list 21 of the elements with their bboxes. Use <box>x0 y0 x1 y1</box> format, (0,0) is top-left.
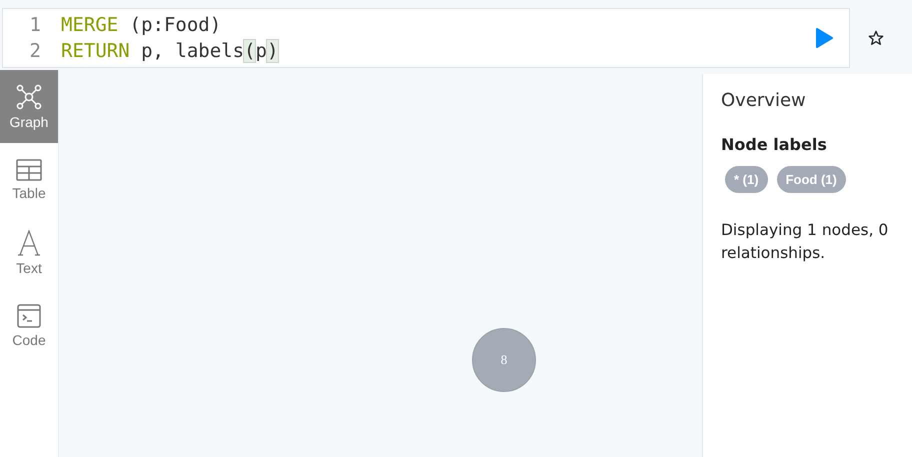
graph-icon <box>16 84 42 110</box>
line-number: 1 <box>28 14 42 36</box>
view-tab[interactable]: Graph <box>0 70 58 143</box>
table-icon <box>16 158 42 180</box>
view-tab[interactable]: Table <box>0 143 58 216</box>
star-icon[interactable] <box>868 30 884 46</box>
view-tab[interactable]: Code <box>0 289 58 362</box>
play-icon[interactable] <box>815 28 833 48</box>
panel-title: Overview <box>721 90 807 111</box>
code-line: RETURN p, labels(p) <box>61 40 278 62</box>
summary-text: Displaying 1 nodes, 0 relationships. <box>721 220 890 264</box>
graph-node[interactable]: 8 <box>472 328 536 392</box>
line-number: 2 <box>28 40 42 62</box>
label-chip[interactable]: Food (1) <box>776 166 846 193</box>
query-editor[interactable]: 1 MERGE (p:Food) 2 RETURN p, labels(p) <box>2 8 850 68</box>
letter-a-icon <box>17 230 41 256</box>
terminal-icon <box>17 304 41 328</box>
label-chip[interactable]: * (1) <box>725 166 768 193</box>
code-line: MERGE (p:Food) <box>61 14 222 36</box>
view-tab[interactable]: Text <box>0 216 58 289</box>
section-heading: Node labels <box>721 135 828 154</box>
